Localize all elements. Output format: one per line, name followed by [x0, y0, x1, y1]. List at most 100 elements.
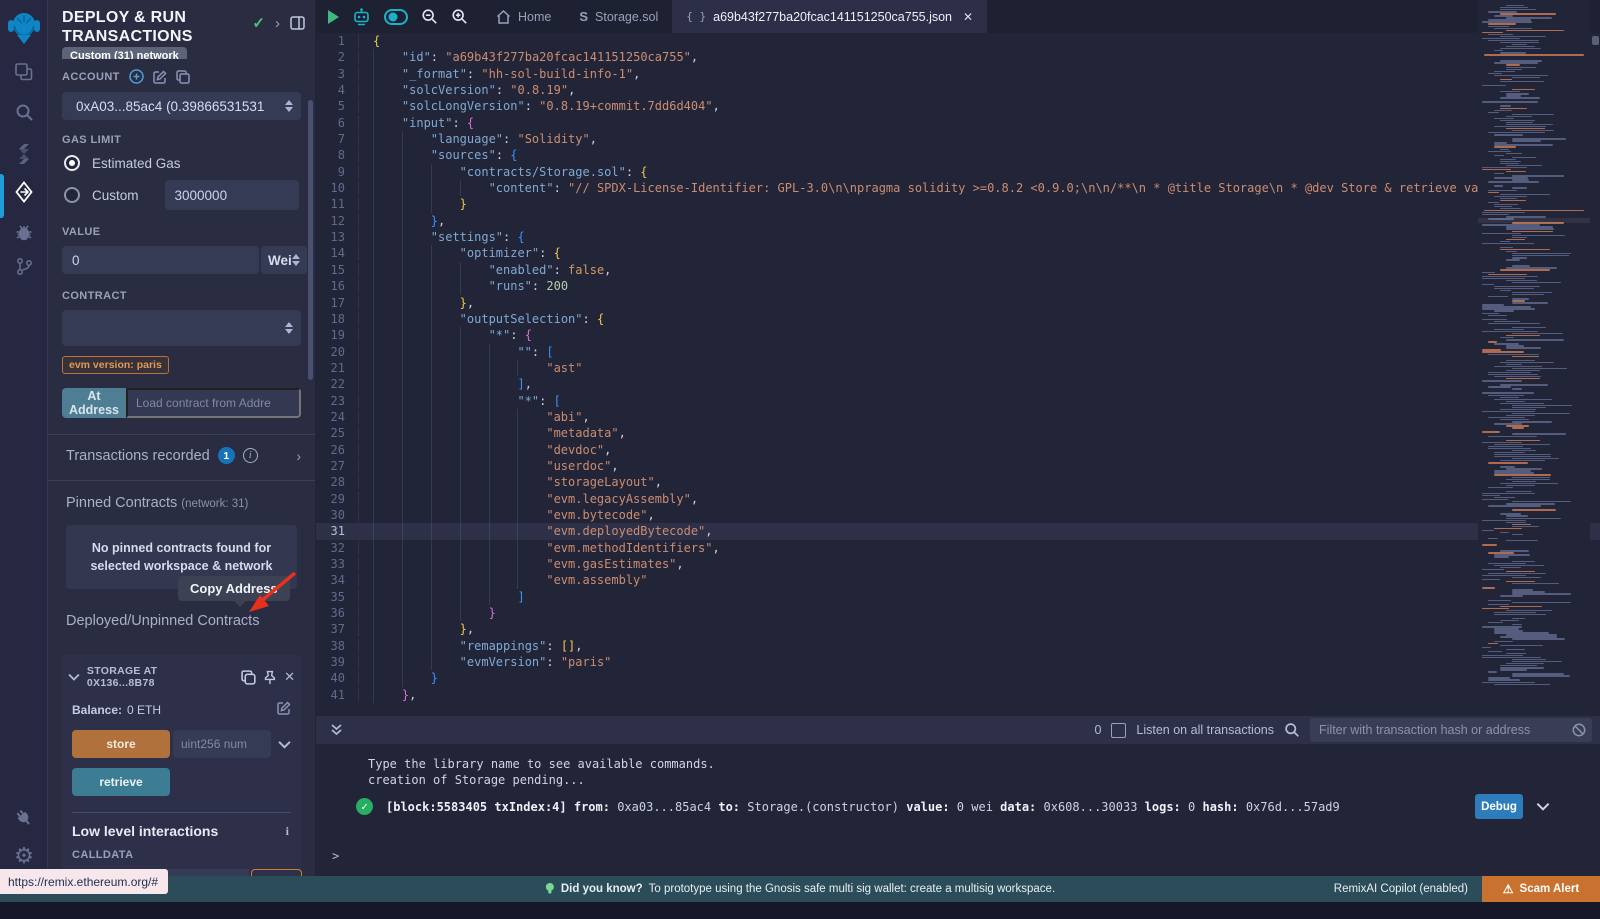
code-line[interactable]: 21 "ast"	[316, 360, 1600, 376]
value-input[interactable]	[62, 246, 259, 274]
code-line[interactable]: 7 "language": "Solidity",	[316, 131, 1600, 147]
at-address-input[interactable]	[126, 388, 301, 418]
debug-button[interactable]: Debug	[1475, 794, 1523, 819]
code-line[interactable]: 24 "abi",	[316, 409, 1600, 425]
code-line[interactable]: 6 "input": {	[316, 115, 1600, 131]
run-script-icon[interactable]	[328, 10, 339, 24]
contract-select[interactable]	[62, 310, 301, 346]
retrieve-function-button[interactable]: retrieve	[72, 768, 170, 796]
close-tab-icon[interactable]: ✕	[963, 10, 973, 24]
expand-tx-icon[interactable]	[1536, 802, 1550, 811]
at-address-button[interactable]: At Address	[62, 388, 126, 418]
scam-alert-button[interactable]: ⚠ Scam Alert	[1482, 876, 1600, 902]
account-select[interactable]: 0xA03...85ac4 (0.39866531531	[62, 92, 301, 120]
minimap[interactable]	[1478, 0, 1590, 716]
add-account-icon[interactable]	[129, 69, 144, 84]
code-line[interactable]: 26 "devdoc",	[316, 442, 1600, 458]
code-line[interactable]: 5 "solcLongVersion": "0.8.19+commit.7dd6…	[316, 98, 1600, 114]
code-line[interactable]: 27 "userdoc",	[316, 458, 1600, 474]
search-icon[interactable]	[0, 92, 48, 132]
code-line[interactable]: 38 "remappings": [],	[316, 638, 1600, 654]
code-line[interactable]: 3 "_format": "hh-sol-build-info-1",	[316, 66, 1600, 82]
custom-gas-input[interactable]	[165, 180, 299, 210]
terminal-search-icon[interactable]	[1284, 722, 1300, 738]
custom-gas-radio[interactable]	[64, 187, 80, 203]
edit-account-icon[interactable]	[153, 70, 167, 84]
clear-filter-icon[interactable]	[1572, 723, 1586, 737]
expand-terminal-icon[interactable]	[330, 723, 343, 737]
plugin-manager-icon[interactable]	[0, 798, 48, 838]
copy-address-icon[interactable]	[241, 670, 256, 685]
expand-args-icon[interactable]	[278, 740, 291, 749]
remix-logo-icon[interactable]	[0, 6, 48, 50]
copilot-status[interactable]: RemixAI Copilot (enabled)	[1334, 883, 1468, 895]
code-line[interactable]: 32 "evm.methodIdentifiers",	[316, 540, 1600, 556]
code-line[interactable]: 11 }	[316, 196, 1600, 212]
deploy-run-icon[interactable]	[0, 172, 48, 212]
code-line[interactable]: 4 "solcVersion": "0.8.19",	[316, 82, 1600, 98]
code-line[interactable]: 15 "enabled": false,	[316, 262, 1600, 278]
code-line[interactable]: 19 "*": {	[316, 327, 1600, 343]
code-line[interactable]: 39 "evmVersion": "paris"	[316, 654, 1600, 670]
code-line[interactable]: 12 },	[316, 213, 1600, 229]
code-line[interactable]: 8 "sources": {	[316, 147, 1600, 163]
code-line[interactable]: 18 "outputSelection": {	[316, 311, 1600, 327]
pin-contract-icon[interactable]	[263, 670, 277, 685]
transact-button[interactable]: Transact	[251, 869, 302, 876]
value-unit-select[interactable]: Wei	[261, 246, 307, 274]
code-line[interactable]: 2 "id": "a69b43f277ba20fcac141151250ca75…	[316, 49, 1600, 65]
panel-scrollbar[interactable]	[308, 100, 313, 380]
code-line[interactable]: 29 "evm.legacyAssembly",	[316, 491, 1600, 507]
tab-home[interactable]: Home	[482, 0, 565, 33]
copilot-toggle-icon[interactable]	[384, 9, 408, 25]
ai-robot-icon[interactable]	[352, 8, 371, 26]
transactions-expand-icon[interactable]: ›	[296, 448, 301, 464]
code-line[interactable]: 31 "evm.deployedBytecode",	[316, 523, 1600, 539]
file-explorer-icon[interactable]	[0, 52, 48, 92]
transaction-log-row[interactable]: ✓ [block:5583405 txIndex:4] from: 0xa03.…	[356, 794, 1556, 819]
low-level-info-icon[interactable]: i	[286, 824, 289, 839]
code-line[interactable]: 41 },	[316, 687, 1600, 703]
editor-scrollbar[interactable]	[1592, 36, 1599, 45]
code-lines[interactable]: 1{2 "id": "a69b43f277ba20fcac141151250ca…	[316, 33, 1600, 716]
estimated-gas-radio[interactable]	[64, 155, 80, 171]
transaction-filter-input[interactable]	[1310, 718, 1592, 742]
account-stepper[interactable]	[285, 100, 293, 112]
code-line[interactable]: 33 "evm.gasEstimates",	[316, 556, 1600, 572]
store-function-button[interactable]: store	[72, 730, 170, 758]
code-line[interactable]: 10 "content": "// SPDX-License-Identifie…	[316, 180, 1600, 196]
transactions-info-icon[interactable]: i	[243, 448, 258, 463]
copy-account-icon[interactable]	[176, 70, 190, 84]
terminal-prompt[interactable]: >	[332, 849, 339, 863]
tab-build-info-json[interactable]: { } a69b43f277ba20fcac141151250ca755.jso…	[672, 0, 987, 33]
code-line[interactable]: 14 "optimizer": {	[316, 245, 1600, 261]
code-line[interactable]: 17 },	[316, 295, 1600, 311]
code-line[interactable]: 36 }	[316, 605, 1600, 621]
code-line[interactable]: 37 },	[316, 621, 1600, 637]
collapse-chevron-icon[interactable]	[68, 673, 80, 681]
code-line[interactable]: 35 ]	[316, 589, 1600, 605]
code-line[interactable]: 1{	[316, 33, 1600, 49]
tab-storage-sol[interactable]: S Storage.sol	[565, 0, 672, 33]
zoom-in-icon[interactable]	[451, 8, 468, 25]
code-line[interactable]: 28 "storageLayout",	[316, 474, 1600, 490]
code-line[interactable]: 30 "evm.bytecode",	[316, 507, 1600, 523]
code-line[interactable]: 13 "settings": {	[316, 229, 1600, 245]
close-contract-icon[interactable]: ✕	[284, 669, 295, 685]
store-arg-input[interactable]	[173, 730, 271, 758]
solidity-compiler-icon[interactable]	[0, 134, 48, 174]
code-line[interactable]: 25 "metadata",	[316, 425, 1600, 441]
code-line[interactable]: 22 ],	[316, 376, 1600, 392]
code-line[interactable]: 23 "*": [	[316, 393, 1600, 409]
code-line[interactable]: 34 "evm.assembly"	[316, 572, 1600, 588]
edit-balance-icon[interactable]	[277, 701, 291, 715]
code-line[interactable]: 16 "runs": 200	[316, 278, 1600, 294]
code-line[interactable]: 20 "": [	[316, 344, 1600, 360]
zoom-out-icon[interactable]	[421, 8, 438, 25]
code-line[interactable]: 9 "contracts/Storage.sol": {	[316, 164, 1600, 180]
code-line[interactable]: 40 }	[316, 670, 1600, 686]
git-icon[interactable]	[0, 246, 48, 286]
panel-chevron-right-icon[interactable]: ›	[275, 15, 280, 32]
pin-panel-icon[interactable]	[290, 16, 305, 30]
listen-checkbox[interactable]	[1111, 723, 1126, 738]
